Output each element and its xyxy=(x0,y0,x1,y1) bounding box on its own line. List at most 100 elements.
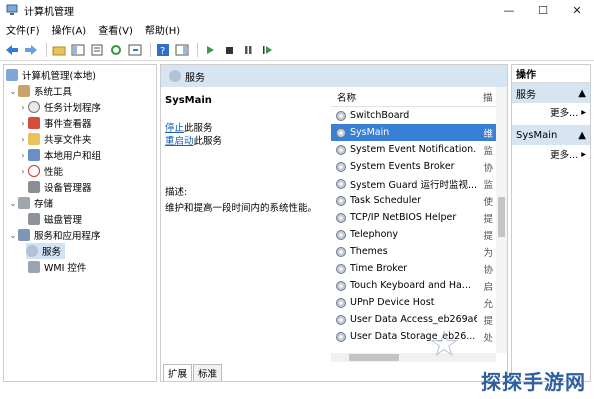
service-name: TCP/IP NetBIOS Helper xyxy=(350,212,457,223)
close-button[interactable]: ✕ xyxy=(560,0,594,20)
svg-text:?: ? xyxy=(160,46,165,56)
gear-icon xyxy=(26,245,38,257)
service-row[interactable]: User Data Storage_eb26... 处 xyxy=(331,328,507,345)
up-folder-icon[interactable] xyxy=(51,42,67,58)
column-description-header[interactable]: 描 xyxy=(479,90,493,104)
tree-item-services-apps[interactable]: ⌄ 服务和应用程序 xyxy=(8,227,101,243)
collapse-up-icon[interactable]: ▲ xyxy=(578,130,586,141)
chevron-down-icon[interactable]: ⌄ xyxy=(8,87,18,96)
tree-item-shared-folders[interactable]: › 共享文件夹 xyxy=(18,131,92,147)
stop-service-line: 停止此服务 xyxy=(165,123,213,134)
service-row[interactable]: TCP/IP NetBIOS Helper 提 xyxy=(331,209,507,226)
console-tree-icon[interactable] xyxy=(70,42,86,58)
service-gear-icon xyxy=(336,280,346,291)
tree-item-wmi[interactable]: WMI 控件 xyxy=(28,259,86,275)
tree-item-task-scheduler[interactable]: › 任务计划程序 xyxy=(18,99,101,115)
back-icon[interactable] xyxy=(4,42,20,58)
service-name: UPnP Device Host xyxy=(350,297,435,308)
services-header: 服务 xyxy=(161,65,507,87)
start-service-icon[interactable] xyxy=(202,42,218,58)
service-row[interactable]: System Guard 运行时监视... 监 xyxy=(331,175,507,192)
forward-icon[interactable] xyxy=(23,42,39,58)
service-name: Task Scheduler xyxy=(350,195,422,206)
menu-view[interactable]: 查看(V) xyxy=(98,22,133,37)
horizontal-scroll-thumb[interactable] xyxy=(349,354,399,361)
chevron-right-icon: ▸ xyxy=(581,106,586,118)
actions-section-sysmain[interactable]: SysMain ▲ xyxy=(512,125,590,145)
restart-service-link[interactable]: 重启动 xyxy=(165,136,194,147)
vertical-scroll-thumb[interactable] xyxy=(498,197,505,237)
service-row[interactable]: User Data Access_eb269a6 提 xyxy=(331,311,507,328)
show-hide-action-pane-icon[interactable] xyxy=(174,42,190,58)
stop-service-link[interactable]: 停止 xyxy=(165,123,184,134)
vertical-scrollbar[interactable] xyxy=(496,87,507,353)
service-row[interactable]: SysMain 维 xyxy=(331,124,507,141)
tree-item-system-tools[interactable]: ⌄ 系统工具 xyxy=(8,83,72,99)
disk-icon xyxy=(28,213,40,225)
chevron-right-icon[interactable]: › xyxy=(18,167,28,176)
tree-item-root[interactable]: 计算机管理(本地) xyxy=(6,67,96,83)
service-row[interactable]: Time Broker 协 xyxy=(331,260,507,277)
computer-management-icon xyxy=(6,4,18,16)
service-name: Themes xyxy=(350,246,388,257)
help-icon[interactable]: ? xyxy=(155,42,171,58)
event-viewer-icon xyxy=(28,117,40,129)
tree-item-services[interactable]: 服务 xyxy=(26,243,66,259)
clock-icon xyxy=(28,101,40,113)
service-name: SysMain xyxy=(350,127,390,138)
chevron-right-icon[interactable]: › xyxy=(18,151,28,160)
service-row[interactable]: System Event Notification... 监 xyxy=(331,141,507,158)
service-gear-icon xyxy=(336,195,346,206)
service-row[interactable]: System Events Broker 协 xyxy=(331,158,507,175)
chevron-right-icon[interactable]: › xyxy=(18,119,28,128)
tree-item-storage[interactable]: ⌄ 存储 xyxy=(8,195,53,211)
service-gear-icon xyxy=(336,229,346,240)
service-gear-icon xyxy=(336,127,346,138)
performance-icon xyxy=(28,165,40,177)
chevron-right-icon[interactable]: › xyxy=(18,103,28,112)
service-gear-icon xyxy=(336,297,346,308)
tab-extended[interactable]: 扩展 xyxy=(163,364,193,381)
watermark-text: 探探手游网 xyxy=(481,370,586,394)
chevron-right-icon[interactable]: › xyxy=(18,135,28,144)
properties-icon[interactable] xyxy=(89,42,105,58)
service-name: Time Broker xyxy=(350,263,408,274)
tree-item-event-viewer[interactable]: › 事件查看器 xyxy=(18,115,92,131)
service-row[interactable]: Telephony 提 xyxy=(331,226,507,243)
service-gear-icon xyxy=(336,144,346,155)
stop-service-icon[interactable] xyxy=(221,42,237,58)
actions-more-services[interactable]: 更多... ▸ xyxy=(512,103,590,121)
maximize-button[interactable]: ☐ xyxy=(526,0,560,20)
actions-section-services[interactable]: 服务 ▲ xyxy=(512,83,590,103)
service-row[interactable]: Task Scheduler 使 xyxy=(331,192,507,209)
menu-action[interactable]: 操作(A) xyxy=(52,22,87,37)
service-row[interactable]: UPnP Device Host 允 xyxy=(331,294,507,311)
tree-item-local-users[interactable]: › 本地用户和组 xyxy=(18,147,101,163)
tab-standard[interactable]: 标准 xyxy=(193,364,223,381)
tree-item-device-manager[interactable]: 设备管理器 xyxy=(28,179,92,195)
chevron-down-icon[interactable]: ⌄ xyxy=(8,199,18,208)
actions-more-sysmain[interactable]: 更多... ▸ xyxy=(512,145,590,163)
tools-icon xyxy=(18,85,30,97)
service-row[interactable]: SwitchBoard xyxy=(331,107,507,124)
watermark-star-icon: ☆ xyxy=(428,324,461,365)
minimize-button[interactable]: — xyxy=(492,0,526,20)
service-description-pane: SysMain 停止此服务 重启动此服务 描述: 维护和提高一段时间内的系统性能… xyxy=(165,95,329,214)
refresh-icon[interactable] xyxy=(108,42,124,58)
collapse-up-icon[interactable]: ▲ xyxy=(578,88,586,99)
service-row[interactable]: Themes 为 xyxy=(331,243,507,260)
tree-item-disk-management[interactable]: 磁盘管理 xyxy=(28,211,82,227)
service-name: System Event Notification... xyxy=(350,144,478,155)
horizontal-scrollbar[interactable] xyxy=(331,353,496,362)
service-gear-icon xyxy=(336,110,346,121)
column-name-header[interactable]: 名称 xyxy=(331,90,479,104)
export-list-icon[interactable] xyxy=(127,42,143,58)
pause-service-icon[interactable] xyxy=(240,42,256,58)
chevron-down-icon[interactable]: ⌄ xyxy=(8,231,18,240)
tree-item-performance[interactable]: › 性能 xyxy=(18,163,63,179)
service-row[interactable]: Touch Keyboard and Ha... 启 xyxy=(331,277,507,294)
menu-file[interactable]: 文件(F) xyxy=(6,22,40,37)
actions-pane: 操作 服务 ▲ 更多... ▸ SysMain ▲ 更多... ▸ xyxy=(511,64,591,382)
restart-service-icon[interactable] xyxy=(259,42,275,58)
menu-help[interactable]: 帮助(H) xyxy=(145,22,180,37)
